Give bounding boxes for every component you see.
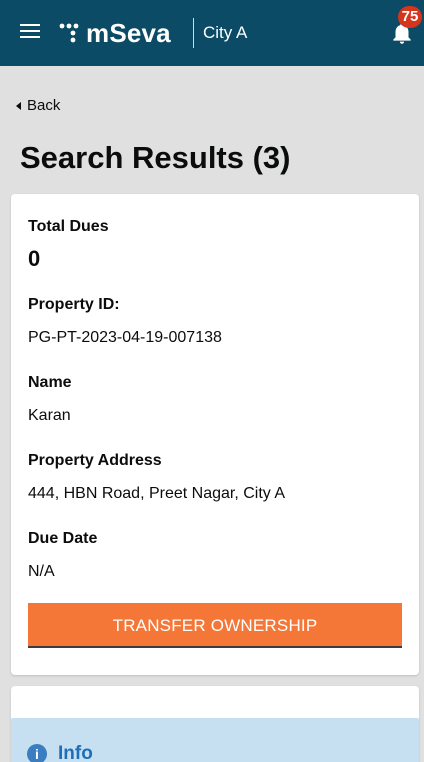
page-title: Search Results (3) bbox=[20, 140, 291, 175]
mseva-logo-icon bbox=[59, 23, 79, 43]
transfer-ownership-button[interactable]: TRANSFER OWNERSHIP bbox=[28, 603, 402, 648]
property-id-value: PG-PT-2023-04-19-007138 bbox=[28, 329, 222, 346]
menu-icon[interactable] bbox=[20, 24, 40, 40]
property-address-label: Property Address bbox=[28, 452, 162, 469]
back-label: Back bbox=[27, 97, 61, 114]
back-link[interactable]: Back bbox=[16, 97, 60, 114]
total-dues-value: 0 bbox=[28, 246, 41, 271]
brand-name: mSeva bbox=[86, 18, 171, 48]
due-date-label: Due Date bbox=[28, 530, 98, 547]
notification-count-badge: 75 bbox=[398, 6, 422, 28]
header-divider bbox=[193, 18, 194, 48]
owner-name-label: Name bbox=[28, 374, 72, 391]
main-content: Back Search Results (3) Total Dues 0 Pro… bbox=[0, 66, 424, 762]
property-id-label: Property ID: bbox=[28, 296, 120, 313]
property-address-value: 444, HBN Road, Preet Nagar, City A bbox=[28, 485, 286, 502]
search-result-card: Total Dues 0 Property ID: PG-PT-2023-04-… bbox=[11, 194, 419, 675]
due-date-value: N/A bbox=[28, 563, 55, 580]
city-name[interactable]: City A bbox=[203, 23, 247, 43]
info-icon: i bbox=[27, 744, 47, 762]
total-dues-label: Total Dues bbox=[28, 218, 109, 235]
info-panel: i Info bbox=[11, 718, 419, 762]
info-label: Info bbox=[58, 743, 93, 762]
top-app-bar: mSeva City A 75 bbox=[0, 0, 424, 66]
owner-name-value: Karan bbox=[28, 407, 71, 424]
back-arrow-icon bbox=[16, 101, 21, 110]
